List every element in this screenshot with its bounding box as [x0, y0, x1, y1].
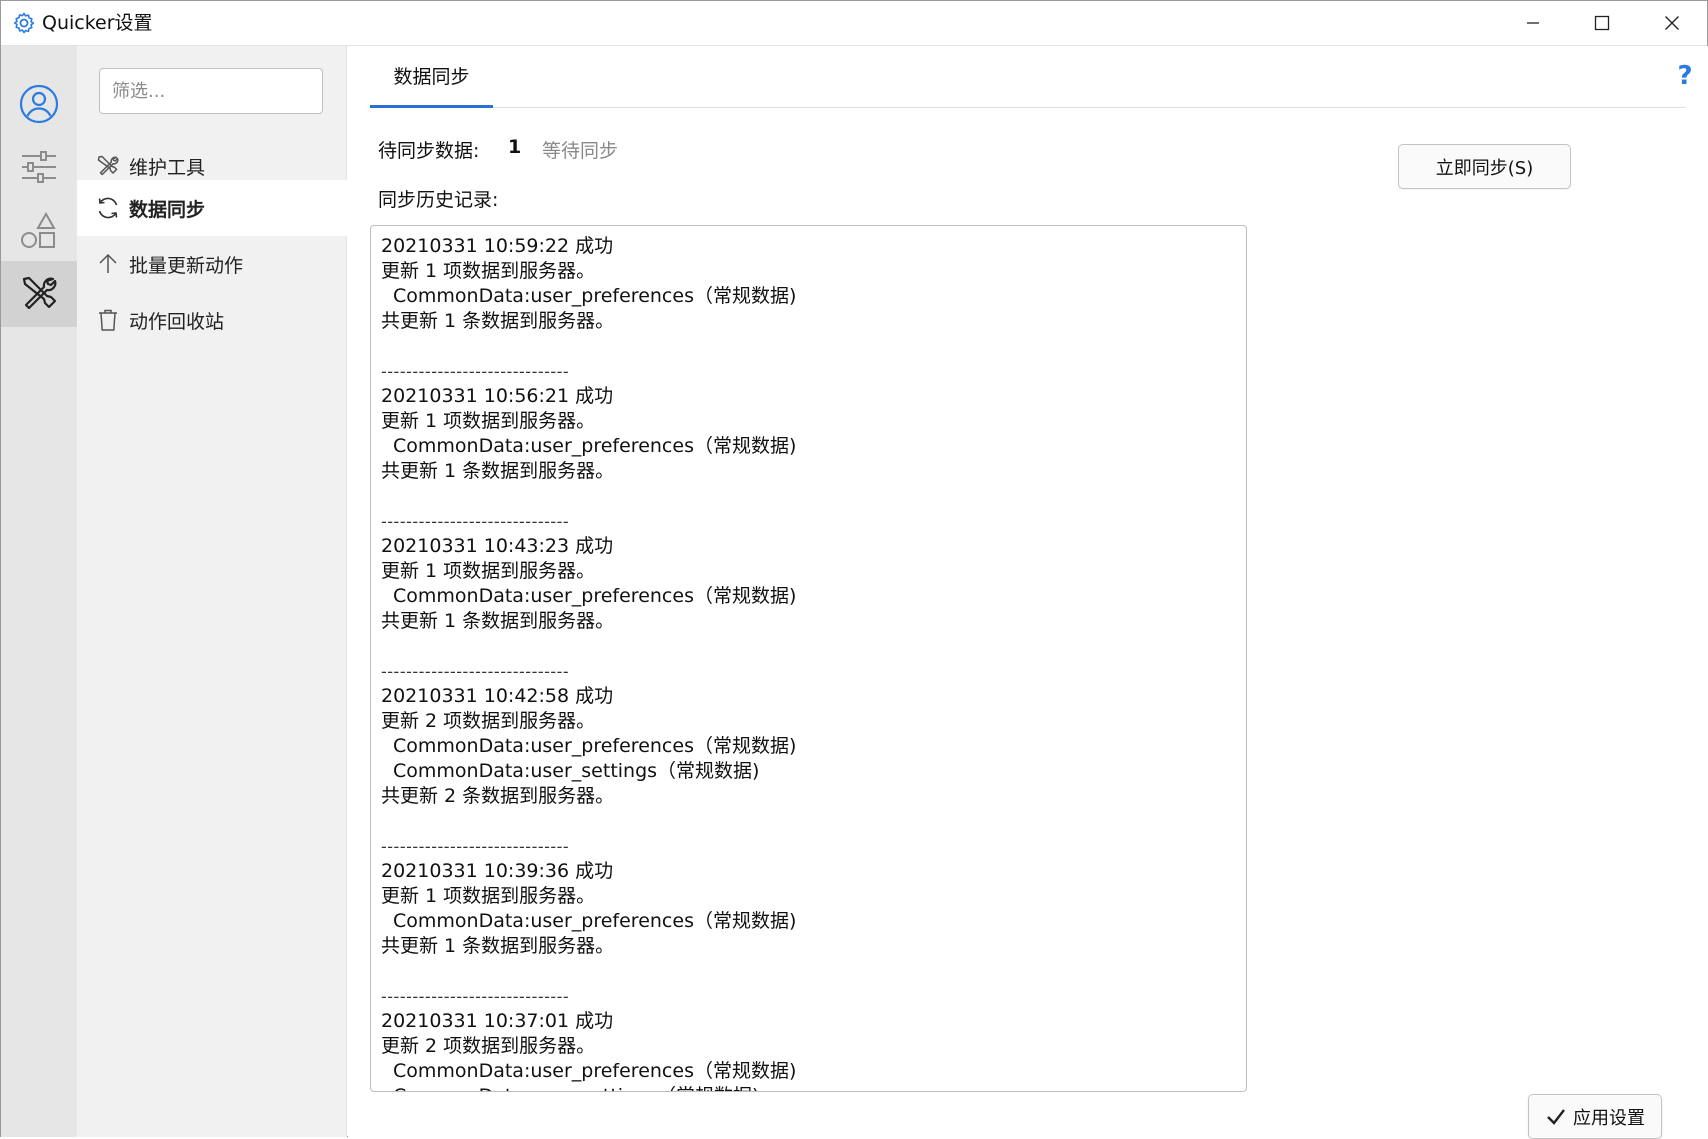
- log-summary: 更新 1 项数据到服务器。: [381, 885, 596, 907]
- tab-bar: 数据同步 ?: [370, 46, 1693, 108]
- pending-label: 待同步数据:: [378, 140, 480, 162]
- trash-icon: [95, 307, 121, 333]
- log-summary: 更新 1 项数据到服务器。: [381, 560, 596, 582]
- apply-settings-label: 应用设置: [1573, 1107, 1645, 1129]
- nav-item-batch-update[interactable]: 批量更新动作: [77, 236, 347, 292]
- filter-input[interactable]: [99, 68, 323, 114]
- log-entry: 20210331 10:39:36 成功 更新 1 项数据到服务器。 Commo…: [381, 859, 1236, 959]
- log-item: CommonData:user_preferences（常规数据): [393, 435, 797, 457]
- nav-item-label: 数据同步: [129, 198, 206, 221]
- pending-status: 等待同步: [542, 140, 619, 162]
- log-item: CommonData:user_preferences（常规数据): [393, 735, 797, 757]
- log-header: 20210331 10:59:22 成功: [381, 235, 614, 257]
- log-item: CommonData:user_preferences（常规数据): [393, 285, 797, 307]
- apply-settings-button[interactable]: 应用设置: [1528, 1094, 1662, 1139]
- nav-item-label: 维护工具: [129, 156, 206, 179]
- log-item: CommonData:user_preferences（常规数据): [393, 910, 797, 932]
- log-summary: 更新 1 项数据到服务器。: [381, 410, 596, 432]
- minimize-button[interactable]: [1498, 1, 1568, 45]
- log-item: CommonData:user_preferences（常规数据): [393, 585, 797, 607]
- nav-item-label: 批量更新动作: [129, 254, 244, 277]
- nav-item-recycle-bin[interactable]: 动作回收站: [77, 292, 347, 348]
- log-summary: 更新 2 项数据到服务器。: [381, 710, 596, 732]
- log-separator: ------------------------------: [381, 987, 570, 1006]
- log-total: 共更新 1 条数据到服务器。: [381, 935, 615, 957]
- gear-icon: [12, 11, 36, 35]
- log-total: 共更新 1 条数据到服务器。: [381, 610, 615, 632]
- close-button[interactable]: [1637, 1, 1707, 45]
- arrow-up-icon: [95, 251, 121, 277]
- wrench-screwdriver-icon: [95, 153, 121, 179]
- log-header: 20210331 10:56:21 成功: [381, 385, 614, 407]
- close-icon: [1665, 16, 1679, 30]
- log-entry: 20210331 10:56:21 成功 更新 1 项数据到服务器。 Commo…: [381, 384, 1236, 484]
- log-item: CommonData:user_preferences（常规数据): [393, 1060, 797, 1082]
- sliders-icon: [22, 151, 56, 183]
- tools-icon: [22, 276, 57, 310]
- nav-item-label: 动作回收站: [129, 310, 225, 333]
- log-header: 20210331 10:43:23 成功: [381, 535, 614, 557]
- log-separator: ------------------------------: [381, 837, 570, 856]
- category-rail: [1, 46, 77, 1137]
- minimize-icon: [1527, 22, 1539, 24]
- maximize-button[interactable]: [1567, 1, 1637, 45]
- log-entry: 20210331 10:59:22 成功 更新 1 项数据到服务器。 Commo…: [381, 234, 1236, 334]
- rail-item-features[interactable]: [1, 198, 77, 264]
- sync-icon: [95, 195, 121, 221]
- log-summary: 更新 1 项数据到服务器。: [381, 260, 596, 282]
- log-header: 20210331 10:37:01 成功: [381, 1010, 614, 1032]
- tab-data-sync[interactable]: 数据同步: [370, 46, 493, 108]
- window-title: Quicker设置: [42, 12, 153, 34]
- log-header: 20210331 10:42:58 成功: [381, 685, 614, 707]
- log-item: CommonData:user_settings（常规数据): [381, 1084, 1236, 1091]
- title-bar: Quicker设置: [1, 1, 1707, 46]
- log-summary: 更新 2 项数据到服务器。: [381, 1035, 596, 1057]
- pending-count: 1: [508, 136, 522, 158]
- check-icon: [1545, 1106, 1567, 1128]
- sync-history-log[interactable]: 20210331 10:59:22 成功 更新 1 项数据到服务器。 Commo…: [370, 225, 1247, 1092]
- user-icon: [19, 84, 59, 124]
- maximize-icon: [1594, 15, 1610, 31]
- sync-now-button[interactable]: 立即同步(S): [1398, 144, 1571, 189]
- log-separator: ------------------------------: [381, 512, 570, 531]
- settings-window: Quicker设置 筛选... 维护工具 数据同步 批量更新动作 动作回收站 数…: [0, 0, 1708, 1139]
- log-separator: ------------------------------: [381, 662, 570, 681]
- log-item: CommonData:user_settings（常规数据): [393, 760, 760, 782]
- log-entry: 20210331 10:37:01 成功 更新 2 项数据到服务器。 Commo…: [381, 1009, 1236, 1091]
- log-entry: 20210331 10:43:23 成功 更新 1 项数据到服务器。 Commo…: [381, 534, 1236, 634]
- log-total: 共更新 2 条数据到服务器。: [381, 785, 615, 807]
- history-label: 同步历史记录:: [378, 189, 499, 211]
- log-separator: ------------------------------: [381, 362, 570, 381]
- rail-item-preferences[interactable]: [1, 134, 77, 200]
- nav-item-data-sync[interactable]: 数据同步: [77, 180, 347, 236]
- log-entry: 20210331 10:42:58 成功 更新 2 项数据到服务器。 Commo…: [381, 684, 1236, 809]
- log-header: 20210331 10:39:36 成功: [381, 860, 614, 882]
- log-total: 共更新 1 条数据到服务器。: [381, 310, 615, 332]
- settings-nav: 维护工具 数据同步: [77, 46, 347, 1137]
- shapes-icon: [21, 211, 56, 248]
- help-icon[interactable]: ?: [1673, 62, 1697, 90]
- rail-item-account[interactable]: [1, 71, 77, 137]
- log-total: 共更新 1 条数据到服务器。: [381, 460, 615, 482]
- rail-item-tools[interactable]: [1, 261, 77, 327]
- main-panel: 数据同步 ? 待同步数据: 1 等待同步 立即同步(S) 同步历史记录: 202…: [348, 46, 1708, 1139]
